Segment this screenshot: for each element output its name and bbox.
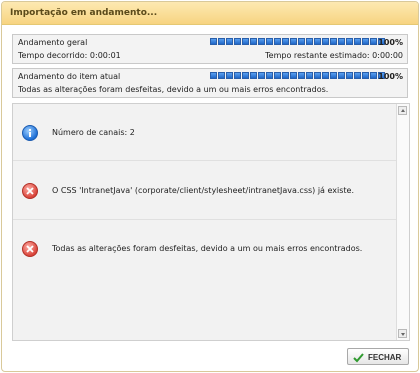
title-bar: Importação em andamento... <box>2 2 418 25</box>
progress-segment <box>330 72 337 79</box>
progress-segment <box>306 72 313 79</box>
progress-segment <box>282 72 289 79</box>
list-item: Todas as alterações foram desfeitas, dev… <box>13 220 397 278</box>
progress-segment <box>362 72 369 79</box>
progress-segment <box>298 72 305 79</box>
overall-progress-label: Andamento geral <box>18 38 88 47</box>
progress-segment <box>322 38 329 45</box>
progress-segment <box>370 72 377 79</box>
progress-segment <box>330 38 337 45</box>
current-item-progress-bar <box>210 72 385 79</box>
scroll-down-button[interactable] <box>398 329 407 338</box>
progress-segment <box>346 72 353 79</box>
progress-segment <box>354 38 361 45</box>
progress-segment <box>322 72 329 79</box>
chevron-down-icon <box>401 333 405 336</box>
list-item: Número de canais: 2 <box>13 104 397 161</box>
remaining-time: Tempo restante estimado: 0:00:00 <box>265 51 403 60</box>
overall-progress-bar <box>210 38 385 45</box>
message-text: Todas as alterações foram desfeitas, dev… <box>52 244 363 253</box>
progress-segment <box>370 38 377 45</box>
import-dialog: Importação em andamento... Andamento ger… <box>1 1 419 372</box>
close-button-label: FECHAR <box>368 353 402 362</box>
overall-progress-percent: 100% <box>378 38 403 47</box>
progress-segment <box>282 38 289 45</box>
progress-segment <box>362 38 369 45</box>
list-item: O CSS 'IntranetJava' (corporate/client/s… <box>13 161 397 220</box>
progress-segment <box>234 72 241 79</box>
dialog-title: Importação em andamento... <box>10 8 158 18</box>
error-icon <box>22 183 38 199</box>
progress-segment <box>218 38 225 45</box>
progress-segment <box>250 72 257 79</box>
progress-segment <box>354 72 361 79</box>
progress-segment <box>274 72 281 79</box>
progress-segment <box>306 38 313 45</box>
close-button[interactable]: FECHAR <box>347 348 409 365</box>
progress-segment <box>210 38 217 45</box>
checkmark-icon <box>353 352 364 363</box>
messages-list[interactable]: Número de canais: 2 O CSS 'IntranetJava'… <box>12 103 410 341</box>
info-icon <box>22 125 38 141</box>
vertical-scrollbar[interactable] <box>396 104 409 340</box>
current-item-panel: Andamento do item atual 100% Todas as al… <box>12 68 408 98</box>
progress-segment <box>226 38 233 45</box>
progress-segment <box>210 72 217 79</box>
progress-segment <box>298 38 305 45</box>
progress-segment <box>338 38 345 45</box>
progress-segment <box>218 72 225 79</box>
progress-segment <box>242 72 249 79</box>
progress-segment <box>250 38 257 45</box>
progress-segment <box>258 38 265 45</box>
progress-segment <box>234 38 241 45</box>
current-item-status: Todas as alterações foram desfeitas, dev… <box>18 85 329 94</box>
current-item-label: Andamento do item atual <box>18 72 121 81</box>
message-text: O CSS 'IntranetJava' (corporate/client/s… <box>52 186 355 195</box>
scroll-up-button[interactable] <box>398 106 407 115</box>
current-item-percent: 100% <box>378 72 403 81</box>
progress-segment <box>266 72 273 79</box>
progress-segment <box>314 72 321 79</box>
error-icon <box>22 241 38 257</box>
progress-segment <box>346 38 353 45</box>
progress-segment <box>290 38 297 45</box>
progress-segment <box>314 38 321 45</box>
elapsed-time: Tempo decorrido: 0:00:01 <box>18 51 121 60</box>
chevron-up-icon <box>401 109 405 112</box>
progress-segment <box>274 38 281 45</box>
progress-segment <box>266 38 273 45</box>
message-text: Número de canais: 2 <box>52 128 135 137</box>
progress-segment <box>226 72 233 79</box>
overall-progress-panel: Andamento geral 100% Tempo decorrido: 0:… <box>12 34 408 64</box>
progress-segment <box>258 72 265 79</box>
progress-segment <box>290 72 297 79</box>
progress-segment <box>242 38 249 45</box>
progress-segment <box>338 72 345 79</box>
